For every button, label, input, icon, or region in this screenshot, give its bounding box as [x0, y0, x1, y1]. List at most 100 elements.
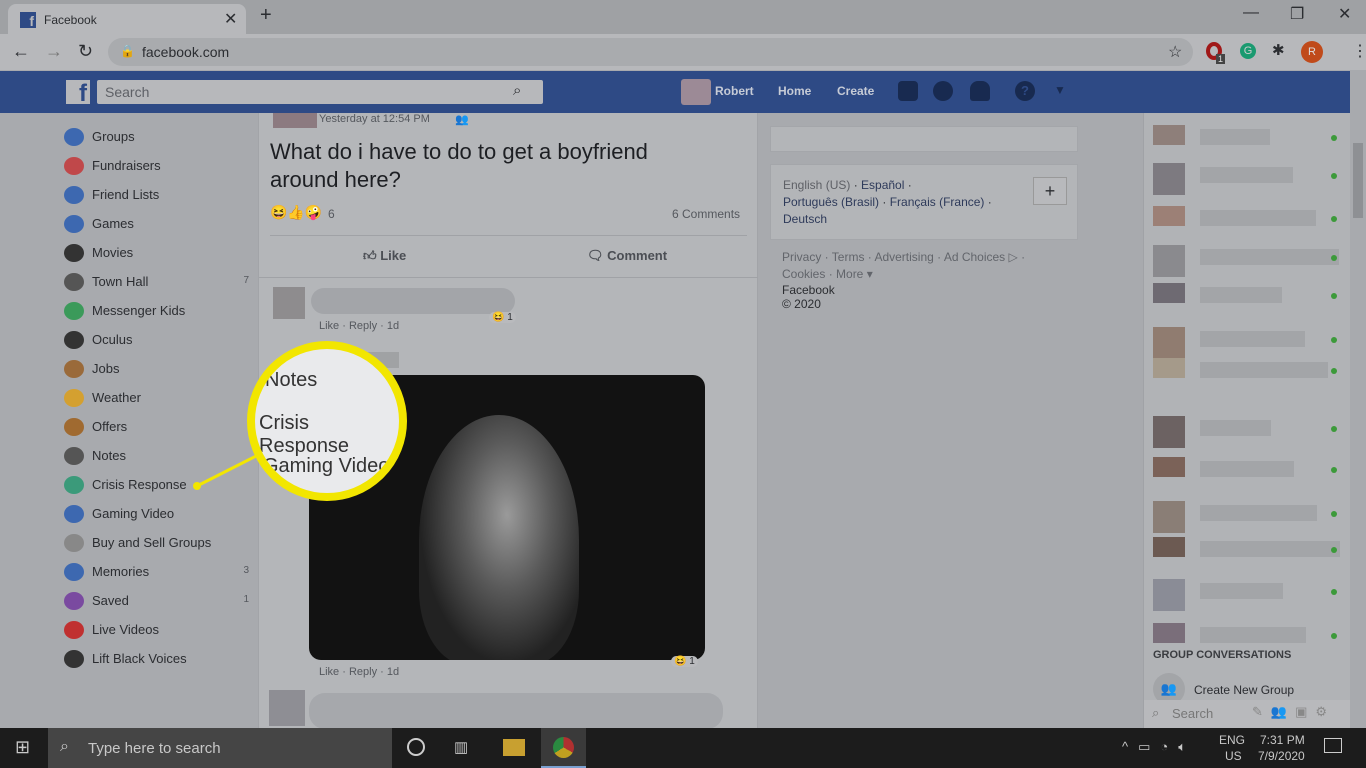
- contact-name-blurred[interactable]: [1200, 461, 1294, 477]
- language-link[interactable]: Français (France): [890, 195, 985, 209]
- sidebar-item[interactable]: Live Videos: [64, 619, 249, 641]
- contact-name-blurred[interactable]: [1200, 287, 1282, 303]
- contact-avatar-blurred[interactable]: [1153, 579, 1185, 611]
- chrome-taskbar-button[interactable]: [541, 728, 586, 768]
- contact-name-blurred[interactable]: [1200, 541, 1340, 557]
- restore-button[interactable]: ❐: [1290, 4, 1304, 24]
- menu-kebab-icon[interactable]: ⋮: [1352, 41, 1366, 61]
- task-view-icon[interactable]: ▥: [454, 738, 468, 756]
- extensions-puzzle-icon[interactable]: ✱: [1272, 41, 1285, 59]
- clock-time[interactable]: 7:31 PM: [1260, 733, 1305, 747]
- contact-avatar-blurred[interactable]: [1153, 537, 1185, 557]
- sidebar-item[interactable]: Movies: [64, 242, 249, 264]
- contact-avatar-blurred[interactable]: [1153, 457, 1185, 477]
- post-timestamp[interactable]: Yesterday at 12:54 PM: [319, 113, 430, 125]
- contact-avatar-blurred[interactable]: [1153, 206, 1185, 226]
- notifications-bell-icon[interactable]: [970, 81, 990, 101]
- sidebar-item[interactable]: Fundraisers: [64, 155, 249, 177]
- contact-avatar-blurred[interactable]: [1153, 416, 1185, 448]
- sidebar-item[interactable]: Offers: [64, 416, 249, 438]
- create-link[interactable]: Create: [837, 84, 874, 98]
- contact-name-blurred[interactable]: [1200, 210, 1316, 226]
- reload-icon[interactable]: ↻: [78, 41, 93, 62]
- reaction-icons[interactable]: 😆👍🤪: [270, 204, 322, 221]
- messenger-icon[interactable]: [933, 81, 953, 101]
- address-bar[interactable]: 🔒 facebook.com ☆: [108, 38, 1193, 66]
- back-icon[interactable]: ←: [12, 41, 30, 62]
- page-scrollbar[interactable]: [1350, 113, 1366, 728]
- sidebar-item[interactable]: Town Hall 7: [64, 271, 249, 293]
- clock-date[interactable]: 7/9/2020: [1258, 749, 1305, 763]
- file-explorer-icon[interactable]: [503, 739, 525, 756]
- contact-avatar-blurred[interactable]: [1153, 623, 1185, 643]
- scrollbar-thumb[interactable]: [1353, 143, 1363, 218]
- windows-start-icon[interactable]: ⊞: [15, 737, 30, 758]
- home-link[interactable]: Home: [778, 84, 811, 98]
- contact-name-blurred[interactable]: [1200, 331, 1305, 347]
- contact-name-blurred[interactable]: [1200, 249, 1339, 265]
- sidebar-item[interactable]: Buy and Sell Groups: [64, 532, 249, 554]
- forward-icon[interactable]: →: [45, 41, 63, 62]
- contact-avatar-blurred[interactable]: [1153, 501, 1185, 533]
- contact-avatar-blurred[interactable]: [1153, 163, 1185, 195]
- taskbar-search[interactable]: ⌕ Type here to search: [48, 728, 392, 768]
- sidebar-item[interactable]: Weather: [64, 387, 249, 409]
- account-menu-chevron-icon[interactable]: ▼: [1054, 83, 1066, 97]
- contact-name-blurred[interactable]: [1200, 505, 1317, 521]
- user-avatar[interactable]: [681, 79, 711, 105]
- create-new-group-link[interactable]: Create New Group: [1194, 683, 1294, 697]
- language-indicator[interactable]: ENG: [1219, 733, 1245, 747]
- grammarly-icon[interactable]: G: [1240, 43, 1256, 59]
- sidebar-item[interactable]: Games: [64, 213, 249, 235]
- sidebar-item[interactable]: Gaming Video: [64, 503, 249, 525]
- sidebar-item[interactable]: Saved 1: [64, 590, 249, 612]
- friend-requests-icon[interactable]: [898, 81, 918, 101]
- comment-reaction[interactable]: 😆 1: [489, 312, 516, 323]
- keyboard-layout[interactable]: US: [1225, 749, 1242, 763]
- close-tab-icon[interactable]: ✕: [224, 9, 237, 29]
- comment-actions[interactable]: Like · Reply · 1d: [319, 320, 399, 332]
- contact-avatar-blurred[interactable]: [1153, 125, 1185, 145]
- comment-button[interactable]: 🗨︎ Comment: [587, 248, 667, 264]
- comments-count[interactable]: 6 Comments: [672, 207, 740, 221]
- add-language-button[interactable]: +: [1033, 177, 1067, 205]
- contact-name-blurred[interactable]: [1200, 129, 1270, 145]
- sidebar-item[interactable]: Friend Lists: [64, 184, 249, 206]
- language-link[interactable]: Español: [861, 178, 904, 192]
- facebook-logo-icon[interactable]: f: [66, 80, 90, 107]
- language-link[interactable]: Português (Brasil): [783, 195, 879, 209]
- comment-actions[interactable]: Like · Reply · 1d: [319, 666, 399, 678]
- contact-avatar-blurred[interactable]: [1153, 327, 1185, 359]
- sidebar-item[interactable]: Oculus: [64, 329, 249, 351]
- profile-link[interactable]: Robert: [715, 84, 754, 98]
- sidebar-item[interactable]: Lift Black Voices: [64, 648, 249, 670]
- contact-name-blurred[interactable]: [1200, 362, 1328, 378]
- reaction-count[interactable]: 6: [328, 207, 335, 221]
- action-center-icon[interactable]: [1324, 738, 1342, 753]
- contact-avatar-blurred[interactable]: [1153, 283, 1185, 303]
- contact-name-blurred[interactable]: [1200, 167, 1293, 183]
- search-icon[interactable]: ⌕: [513, 82, 521, 99]
- contact-avatar-blurred[interactable]: [1153, 358, 1185, 378]
- sidebar-item[interactable]: Memories 3: [64, 561, 249, 583]
- sidebar-item[interactable]: Jobs: [64, 358, 249, 380]
- close-window-button[interactable]: ✕: [1338, 4, 1351, 24]
- comment-reaction[interactable]: 😆 1: [671, 656, 698, 667]
- contact-name-blurred[interactable]: [1200, 420, 1271, 436]
- contact-name-blurred[interactable]: [1200, 583, 1283, 599]
- like-button[interactable]: 👍︎ Like: [363, 248, 406, 264]
- profile-avatar[interactable]: R: [1301, 41, 1323, 63]
- sidebar-item[interactable]: Messenger Kids: [64, 300, 249, 322]
- sidebar-item[interactable]: Groups: [64, 126, 249, 148]
- facebook-search-input[interactable]: Search ⌕: [97, 80, 543, 104]
- cortana-icon[interactable]: [407, 738, 425, 756]
- footer-links[interactable]: Privacy · Terms · Advertising · Ad Choic…: [782, 249, 1062, 283]
- browser-tab[interactable]: f Facebook ✕: [8, 4, 246, 34]
- language-link[interactable]: Deutsch: [783, 212, 827, 226]
- system-tray-icons[interactable]: ^▭◔🔈︎: [1122, 739, 1196, 755]
- contact-name-blurred[interactable]: [1200, 627, 1306, 643]
- new-tab-button[interactable]: +: [260, 4, 272, 27]
- minimize-button[interactable]: —: [1243, 4, 1259, 22]
- chat-search-input[interactable]: ⌕ Search ✎👥▣⚙: [1144, 700, 1351, 728]
- contact-avatar-blurred[interactable]: [1153, 245, 1185, 277]
